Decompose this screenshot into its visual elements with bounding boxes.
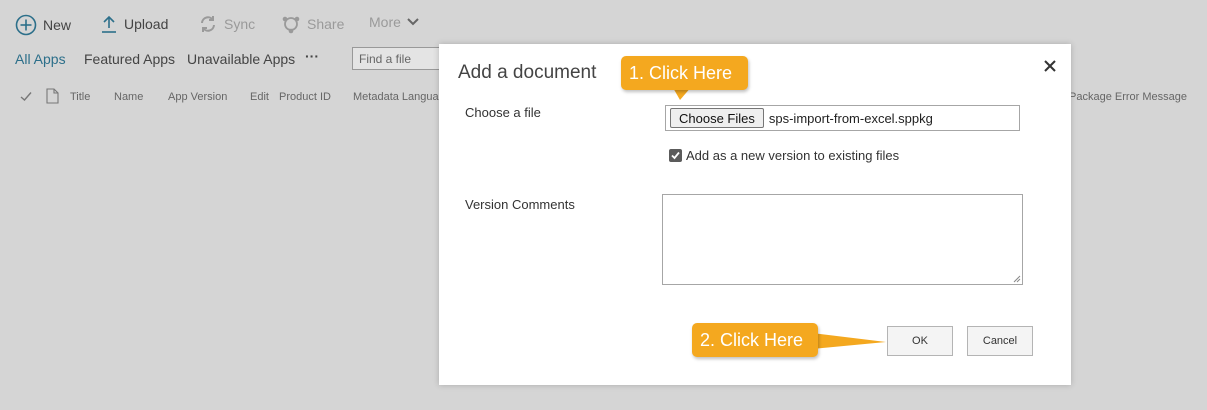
file-input[interactable]: Choose Files sps-import-from-excel.sppkg — [665, 105, 1020, 131]
sync-icon — [201, 16, 215, 32]
checkmark-icon — [671, 151, 680, 160]
tab-all-apps[interactable]: All Apps — [15, 51, 66, 67]
column-metadata-language[interactable]: Metadata Langua — [353, 91, 439, 103]
choose-file-label: Choose a file — [465, 105, 541, 120]
sync-button[interactable]: Sync — [198, 14, 255, 34]
column-name[interactable]: Name — [114, 91, 143, 103]
step2-text: 2. Click Here — [700, 329, 804, 350]
cancel-button[interactable]: Cancel — [967, 326, 1033, 356]
tab-unavailable-apps[interactable]: Unavailable Apps — [187, 51, 295, 67]
close-icon[interactable] — [1041, 57, 1059, 75]
add-version-checkbox[interactable] — [669, 149, 682, 162]
column-edit[interactable]: Edit — [250, 91, 269, 103]
upload-button[interactable]: Upload — [100, 14, 168, 34]
version-comments-label: Version Comments — [465, 197, 575, 212]
more-views-icon[interactable]: ··· — [305, 48, 319, 64]
ok-button[interactable]: OK — [887, 326, 953, 356]
add-version-option[interactable]: Add as a new version to existing files — [669, 148, 899, 163]
dialog-title: Add a document — [458, 62, 597, 83]
callout2-pointer — [812, 333, 886, 349]
column-title[interactable]: Title — [70, 91, 90, 103]
upload-icon — [102, 15, 116, 33]
chevron-down-icon — [407, 18, 419, 26]
upload-label: Upload — [124, 16, 169, 32]
step2-callout: 2. Click Here — [692, 323, 818, 357]
new-label: New — [43, 17, 72, 33]
add-version-label: Add as a new version to existing files — [686, 148, 900, 163]
add-circle-icon — [15, 14, 37, 36]
choose-files-button[interactable]: Choose Files — [670, 108, 764, 128]
more-label: More — [369, 14, 401, 30]
new-button[interactable]: New — [15, 14, 71, 36]
sync-label: Sync — [224, 16, 256, 32]
tab-featured-apps[interactable]: Featured Apps — [84, 51, 175, 67]
share-icon — [282, 16, 300, 34]
share-label: Share — [307, 16, 345, 32]
column-app-version[interactable]: App Version — [168, 91, 227, 103]
resize-grip-icon[interactable] — [1012, 274, 1021, 283]
column-product-id[interactable]: Product ID — [279, 91, 331, 103]
step1-text: 1. Click Here — [629, 62, 733, 83]
command-bar: New Upload Sync Share More — [0, 0, 1207, 50]
step1-callout: 1. Click Here — [621, 56, 748, 90]
version-comments-field[interactable] — [662, 194, 1023, 285]
more-button[interactable]: More — [369, 14, 426, 30]
column-package-error-message[interactable]: Package Error Message — [1069, 91, 1187, 103]
file-type-icon — [46, 88, 59, 104]
check-icon[interactable] — [20, 91, 32, 102]
share-button[interactable]: Share — [281, 14, 344, 34]
selected-file-name: sps-import-from-excel.sppkg — [768, 110, 933, 126]
